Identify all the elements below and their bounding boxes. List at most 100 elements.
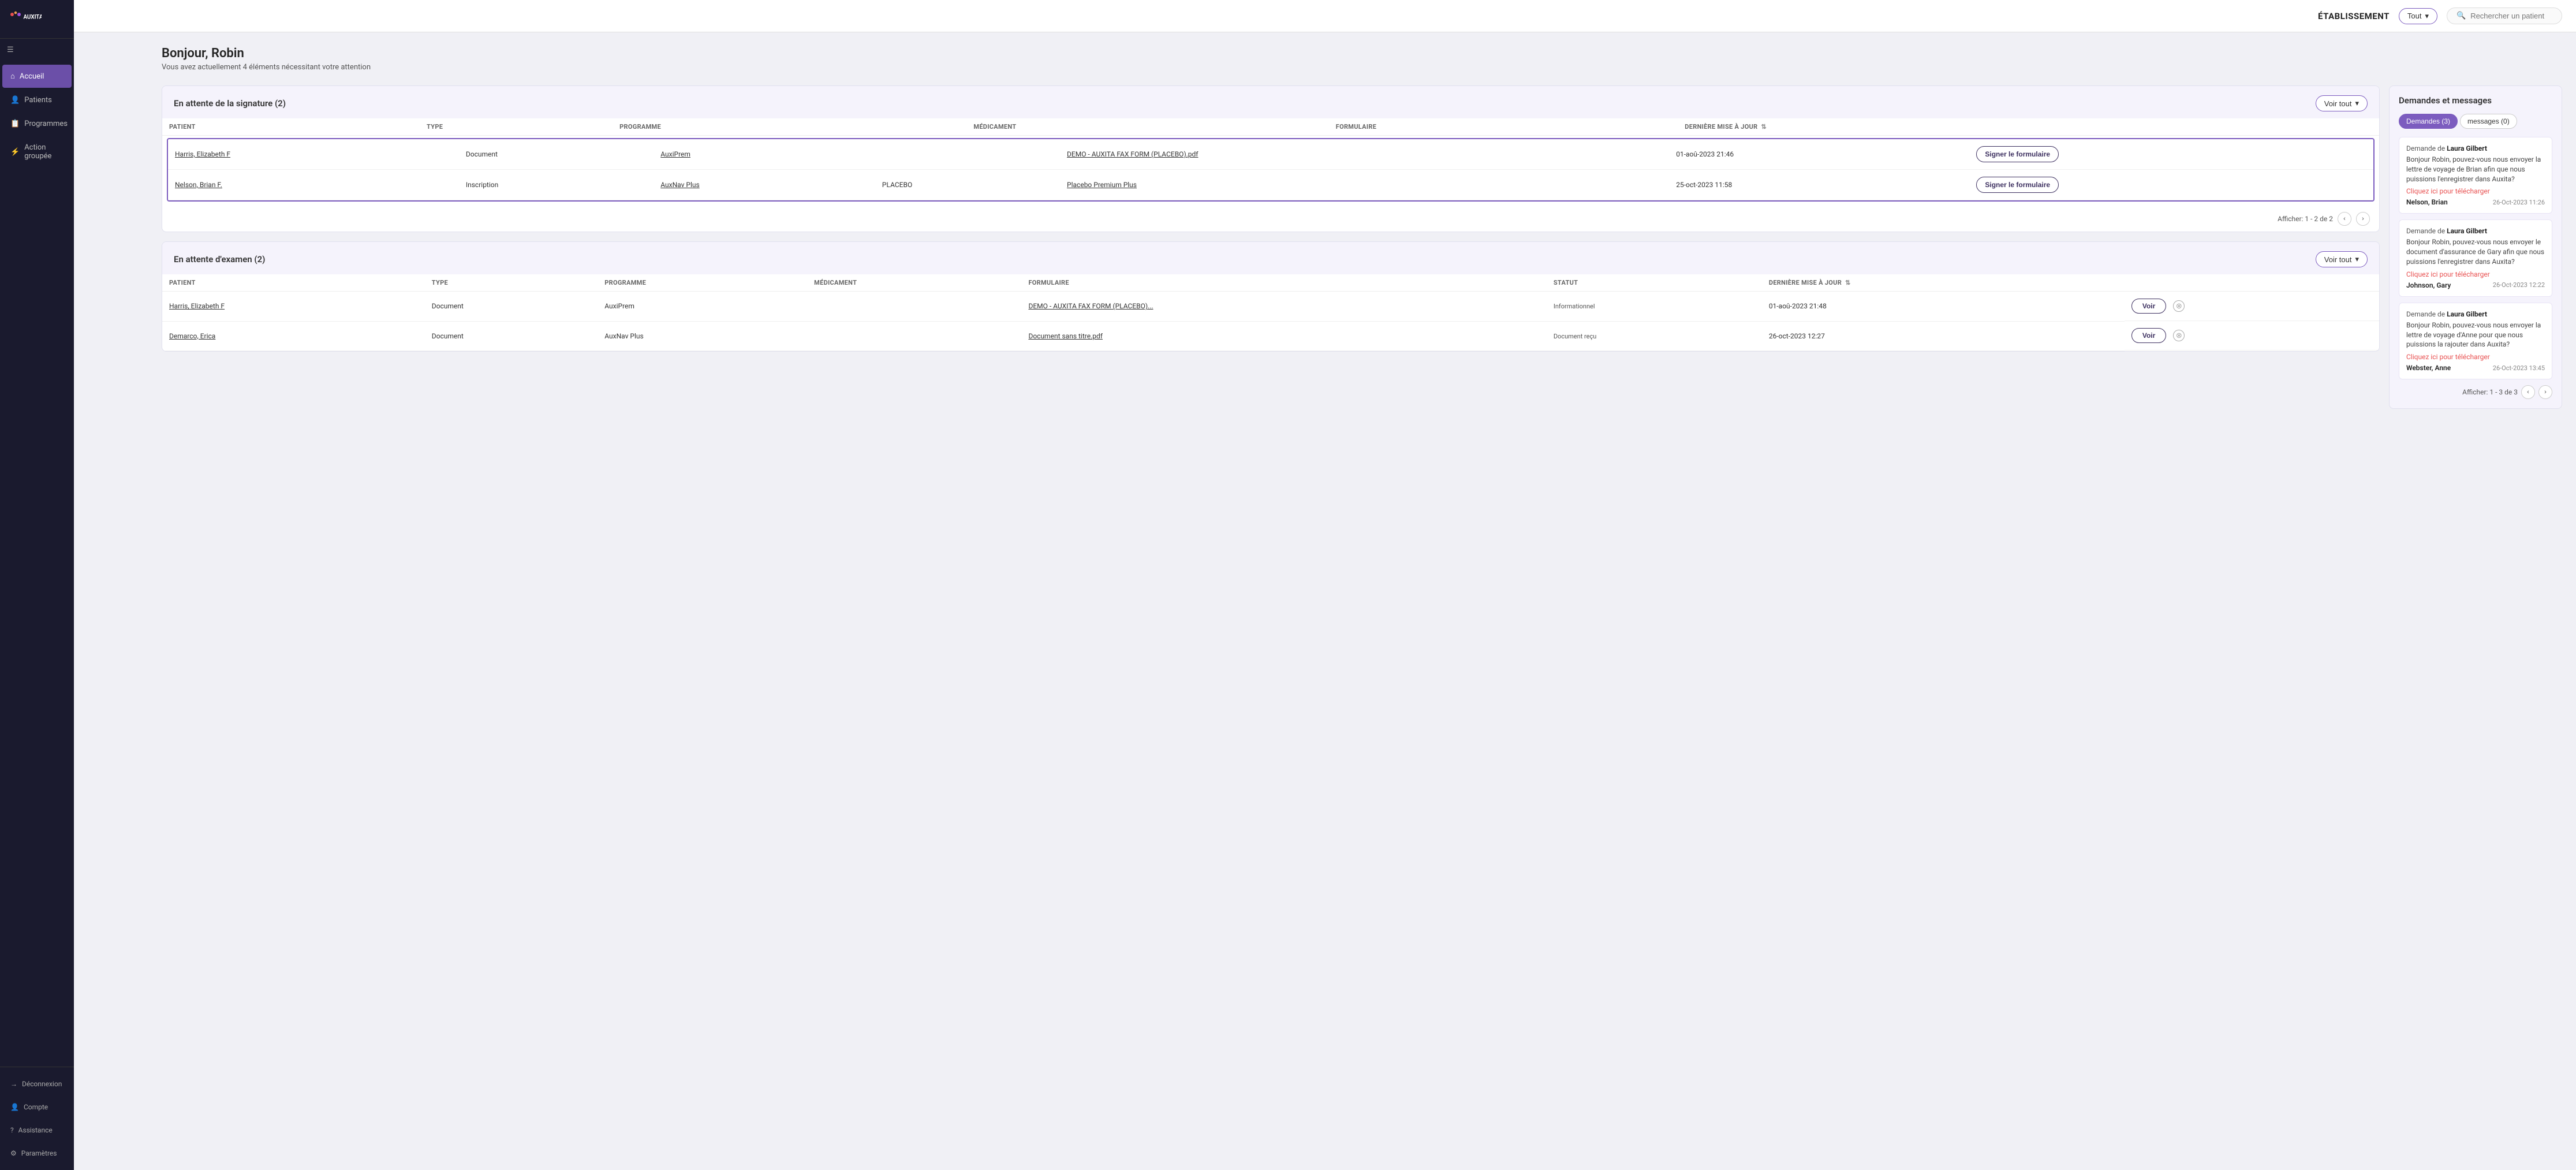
col-action xyxy=(2290,118,2379,136)
dismiss-icon[interactable]: ⊗ xyxy=(2173,330,2185,341)
examen-table-wrapper: PATIENT TYPE PROGRAMME MÉDICAMENT FORMUL… xyxy=(162,274,2379,351)
formulaire-cell: DEMO - AUXITA FAX FORM (PLACEBO)... xyxy=(1021,292,1546,322)
pagination-label: Afficher: 1 - 3 de 3 xyxy=(2462,388,2518,396)
request-from: Demande de Laura Gilbert xyxy=(2406,310,2545,318)
search-input[interactable] xyxy=(2470,12,2552,20)
programme-link[interactable]: AuxiPrem xyxy=(660,150,690,158)
request-item: Demande de Laura Gilbert Bonjour Robin, … xyxy=(2399,137,2552,214)
programme-cell: AuxNav Plus xyxy=(654,170,875,200)
sort-icon[interactable]: ⇅ xyxy=(1845,279,1851,286)
sidebar-item-label: Déconnexion xyxy=(22,1080,62,1088)
sidebar-item-label: Compte xyxy=(24,1103,48,1111)
voir-tout-label: Voir tout xyxy=(2324,99,2352,108)
sidebar-item-label: Paramètres xyxy=(21,1149,57,1157)
request-patient[interactable]: Johnson, Gary xyxy=(2406,281,2451,289)
sign-button[interactable]: Signer le formulaire xyxy=(1976,146,2059,162)
search-box[interactable]: 🔍 xyxy=(2447,8,2562,24)
request-body: Bonjour Robin, pouvez-vous nous envoyer … xyxy=(2406,155,2545,184)
date-cell: 01-aoû-2023 21:48 xyxy=(1762,292,2125,322)
formulaire-link[interactable]: Placebo Premium Plus xyxy=(1067,181,1137,189)
signature-pagination: Afficher: 1 - 2 de 2 ‹ › xyxy=(162,206,2379,232)
col-formulaire: FORMULAIRE xyxy=(1329,118,1678,136)
programmes-icon: 📋 xyxy=(10,120,20,128)
sidebar-item-action-groupee[interactable]: ⚡ Action groupée xyxy=(2,136,72,167)
requests-panel: Demandes et messages Demandes (3) messag… xyxy=(2389,85,2562,409)
voir-button[interactable]: Voir xyxy=(2131,299,2166,314)
sidebar-item-parametres[interactable]: ⚙ Paramètres xyxy=(2,1142,72,1164)
type-cell: Document xyxy=(425,321,598,351)
request-patient[interactable]: Nelson, Brian xyxy=(2406,198,2448,206)
requester-name: Laura Gilbert xyxy=(2447,227,2487,235)
sidebar-item-deconnexion[interactable]: → Déconnexion xyxy=(2,1073,72,1095)
request-footer: Nelson, Brian 26-Oct-2023 11:26 xyxy=(2406,198,2545,206)
tab-demandes[interactable]: Demandes (3) xyxy=(2399,114,2458,129)
col-programme: PROGRAMME xyxy=(598,274,807,292)
action-cell: Voir ⊗ xyxy=(2125,321,2379,351)
sidebar-item-accueil[interactable]: ⌂ Accueil xyxy=(2,65,72,88)
col-statut: STATUT xyxy=(1547,274,1762,292)
etablissement-dropdown[interactable]: Tout ▾ xyxy=(2399,8,2437,24)
col-date: DERNIÈRE MISE À JOUR ⇅ xyxy=(1762,274,2125,292)
signature-voir-tout-button[interactable]: Voir tout ▾ xyxy=(2316,95,2368,111)
sidebar-item-programmes[interactable]: 📋 Programmes xyxy=(2,113,72,135)
sort-icon[interactable]: ⇅ xyxy=(1761,123,1767,131)
programme-link[interactable]: AuxNav Plus xyxy=(660,181,699,189)
type-cell: Document xyxy=(425,292,598,322)
chevron-down-icon: ▾ xyxy=(2355,99,2359,108)
prev-page-button[interactable]: ‹ xyxy=(2521,385,2535,399)
chevron-down-icon: ▾ xyxy=(2355,255,2359,264)
download-link[interactable]: Cliquez ici pour télécharger xyxy=(2406,270,2490,278)
sidebar-item-label: Programmes xyxy=(24,120,68,128)
prev-page-button[interactable]: ‹ xyxy=(2338,212,2351,226)
voir-tout-label: Voir tout xyxy=(2324,255,2352,264)
request-from: Demande de Laura Gilbert xyxy=(2406,144,2545,152)
action-cell: Signer le formulaire xyxy=(1969,139,2373,170)
welcome-title: Bonjour, Robin xyxy=(162,46,2562,61)
next-page-button[interactable]: › xyxy=(2538,385,2552,399)
sign-button[interactable]: Signer le formulaire xyxy=(1976,177,2059,193)
request-item: Demande de Laura Gilbert Bonjour Robin, … xyxy=(2399,303,2552,379)
sidebar-item-patients[interactable]: 👤 Patients xyxy=(2,89,72,111)
voir-button[interactable]: Voir xyxy=(2131,328,2166,343)
menu-toggle[interactable]: ☰ xyxy=(0,39,74,61)
content-row: En attente de la signature (2) Voir tout… xyxy=(162,85,2562,409)
main-content: Bonjour, Robin Vous avez actuellement 4 … xyxy=(148,32,2576,1170)
pagination-label: Afficher: 1 - 2 de 2 xyxy=(2278,215,2333,223)
download-link[interactable]: Cliquez ici pour télécharger xyxy=(2406,187,2490,195)
action-cell: Signer le formulaire xyxy=(1969,170,2373,200)
request-footer: Johnson, Gary 26-Oct-2023 12:22 xyxy=(2406,281,2545,289)
request-patient[interactable]: Webster, Anne xyxy=(2406,364,2451,372)
table-row: Harris, Elizabeth F Document AuxiPrem DE… xyxy=(162,292,2379,322)
formulaire-link[interactable]: Document sans titre.pdf xyxy=(1028,332,1102,340)
col-type: TYPE xyxy=(425,274,598,292)
action-icon: ⚡ xyxy=(10,148,20,157)
examen-title: En attente d'examen (2) xyxy=(174,254,265,264)
requests-panel-inner: Demandes et messages Demandes (3) messag… xyxy=(2389,85,2562,409)
patient-link[interactable]: Demarco, Erica xyxy=(169,332,215,340)
download-link[interactable]: Cliquez ici pour télécharger xyxy=(2406,353,2490,361)
panel-pagination: Afficher: 1 - 3 de 3 ‹ › xyxy=(2399,385,2552,399)
examen-voir-tout-button[interactable]: Voir tout ▾ xyxy=(2316,251,2368,267)
sidebar-item-assistance[interactable]: ? Assistance xyxy=(2,1119,72,1141)
table-row: Nelson, Brian F. Inscription AuxNav Plus… xyxy=(168,170,2373,200)
etablissement-label: ÉTABLISSEMENT xyxy=(2318,11,2390,21)
next-page-button[interactable]: › xyxy=(2356,212,2370,226)
patient-link[interactable]: Harris, Elizabeth F xyxy=(169,302,225,310)
programme-cell: AuxiPrem xyxy=(598,292,807,322)
type-cell: Document xyxy=(459,139,654,170)
patient-link[interactable]: Nelson, Brian F. xyxy=(175,181,222,189)
patient-link[interactable]: Harris, Elizabeth F xyxy=(175,150,230,158)
tab-messages[interactable]: messages (0) xyxy=(2460,114,2517,129)
chevron-down-icon: ▾ xyxy=(2425,12,2429,21)
status-badge: Document reçu xyxy=(1554,333,1596,340)
request-item: Demande de Laura Gilbert Bonjour Robin, … xyxy=(2399,219,2552,296)
sidebar-item-compte[interactable]: 👤 Compte xyxy=(2,1096,72,1118)
medicament-cell xyxy=(875,139,1060,170)
dismiss-icon[interactable]: ⊗ xyxy=(2173,300,2185,312)
request-body: Bonjour Robin, pouvez-vous nous envoyer … xyxy=(2406,321,2545,349)
formulaire-link[interactable]: DEMO - AUXITA FAX FORM (PLACEBO).pdf xyxy=(1067,150,1198,158)
statut-cell: Document reçu xyxy=(1547,321,1762,351)
formulaire-link[interactable]: DEMO - AUXITA FAX FORM (PLACEBO)... xyxy=(1028,302,1153,310)
patient-cell: Demarco, Erica xyxy=(162,321,425,351)
assistance-icon: ? xyxy=(10,1126,14,1134)
